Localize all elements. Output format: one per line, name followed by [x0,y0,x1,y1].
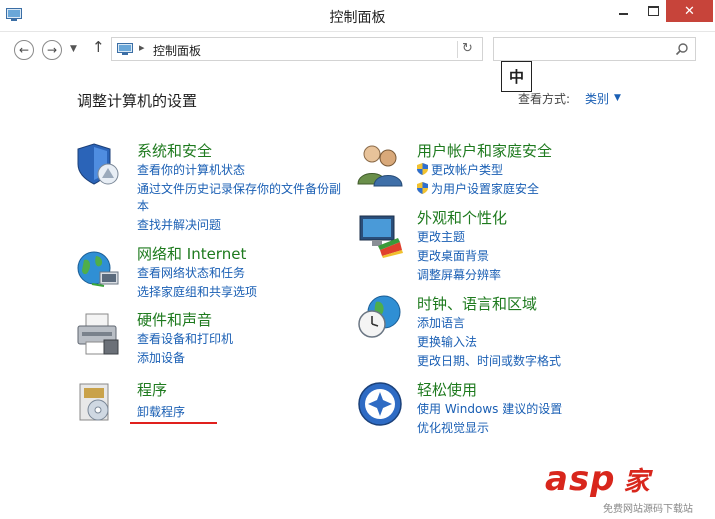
link-family-safety[interactable]: 为用户设置家庭安全 [417,180,539,197]
link-add-device[interactable]: 添加设备 [137,349,185,366]
link-date-time-format[interactable]: 更改日期、时间或数字格式 [417,352,561,369]
view-by-label: 查看方式: [518,92,571,106]
control-panel-icon [117,43,133,55]
link-file-history-backup[interactable]: 通过文件历史记录保存你的文件备份副 [137,180,341,197]
navigation-bar: ← → ▼ ↑ ▸ 控制面板 ↻ [0,31,715,68]
category-programs[interactable]: 程序 [137,379,167,400]
search-input[interactable] [498,39,672,61]
page-title: 调整计算机的设置 [77,92,198,110]
chevron-down-icon[interactable]: ▼ [614,93,621,103]
link-uninstall-program[interactable]: 卸载程序 [137,403,185,420]
breadcrumb-control-panel[interactable]: 控制面板 [153,42,201,59]
category-hardware-sound[interactable]: 硬件和声音 [137,309,212,330]
link-screen-resolution[interactable]: 调整屏幕分辨率 [417,266,501,283]
address-divider [457,41,458,58]
link-view-computer-status[interactable]: 查看你的计算机状态 [137,161,245,178]
programs-icon[interactable] [74,378,122,426]
network-globe-icon[interactable] [74,244,122,292]
recent-locations-dropdown[interactable]: ▼ [70,44,77,54]
link-optimize-visual-display[interactable]: 优化视觉显示 [417,419,489,436]
close-icon: ✕ [684,3,695,19]
category-network-internet[interactable]: 网络和 Internet [137,243,246,264]
link-homegroup-sharing[interactable]: 选择家庭组和共享选项 [137,283,257,300]
ease-of-access-icon[interactable] [356,380,404,428]
category-user-accounts[interactable]: 用户帐户和家庭安全 [417,140,552,161]
close-button[interactable]: ✕ [666,0,713,22]
uac-shield-icon [417,163,428,175]
display-palette-icon[interactable] [356,210,404,258]
users-icon[interactable] [356,140,404,188]
watermark-logo: asp 家 [545,459,651,499]
link-add-language[interactable]: 添加语言 [417,314,465,331]
back-arrow-icon: ← [18,43,30,57]
category-system-security[interactable]: 系统和安全 [137,140,212,161]
highlight-underline [130,422,217,424]
link-recommended-settings[interactable]: 使用 Windows 建议的设置 [417,400,562,417]
category-appearance[interactable]: 外观和个性化 [417,207,507,228]
search-icon[interactable] [675,42,689,56]
link-network-status[interactable]: 查看网络状态和任务 [137,264,245,281]
uac-shield-icon [417,182,428,194]
address-bar[interactable]: ▸ 控制面板 ↻ [111,37,483,61]
link-change-account-type[interactable]: 更改帐户类型 [417,161,503,178]
category-ease-of-access[interactable]: 轻松使用 [417,379,477,400]
ime-indicator: 中 [501,61,532,92]
up-button[interactable]: ↑ [92,40,105,55]
printer-icon[interactable] [74,310,122,358]
forward-button[interactable]: → [42,40,62,60]
maximize-button[interactable] [640,0,666,22]
forward-arrow-icon: → [46,43,58,57]
link-troubleshoot[interactable]: 查找并解决问题 [137,216,221,233]
clock-globe-icon[interactable] [356,292,404,340]
shield-icon[interactable] [74,140,122,188]
minimize-button[interactable] [606,0,640,22]
link-change-background[interactable]: 更改桌面背景 [417,247,489,264]
search-box[interactable] [493,37,696,61]
watermark-caption: 免费网站源码下载站 [603,504,693,515]
minimize-icon [618,13,628,15]
link-change-account-type-label[interactable]: 更改帐户类型 [431,163,503,177]
view-by-dropdown[interactable]: 类别 [585,90,609,107]
back-button[interactable]: ← [14,40,34,60]
maximize-icon [647,6,659,16]
link-file-history-backup-cont[interactable]: 本 [137,197,149,214]
link-devices-printers[interactable]: 查看设备和打印机 [137,330,233,347]
title-bar: 控制面板 ✕ [0,0,715,32]
breadcrumb-chevron-icon[interactable]: ▸ [139,41,145,54]
category-clock-language-region[interactable]: 时钟、语言和区域 [417,293,537,314]
link-family-safety-label[interactable]: 为用户设置家庭安全 [431,182,539,196]
refresh-icon[interactable]: ↻ [462,41,473,56]
link-change-theme[interactable]: 更改主题 [417,228,465,245]
link-change-input-method[interactable]: 更换输入法 [417,333,477,350]
